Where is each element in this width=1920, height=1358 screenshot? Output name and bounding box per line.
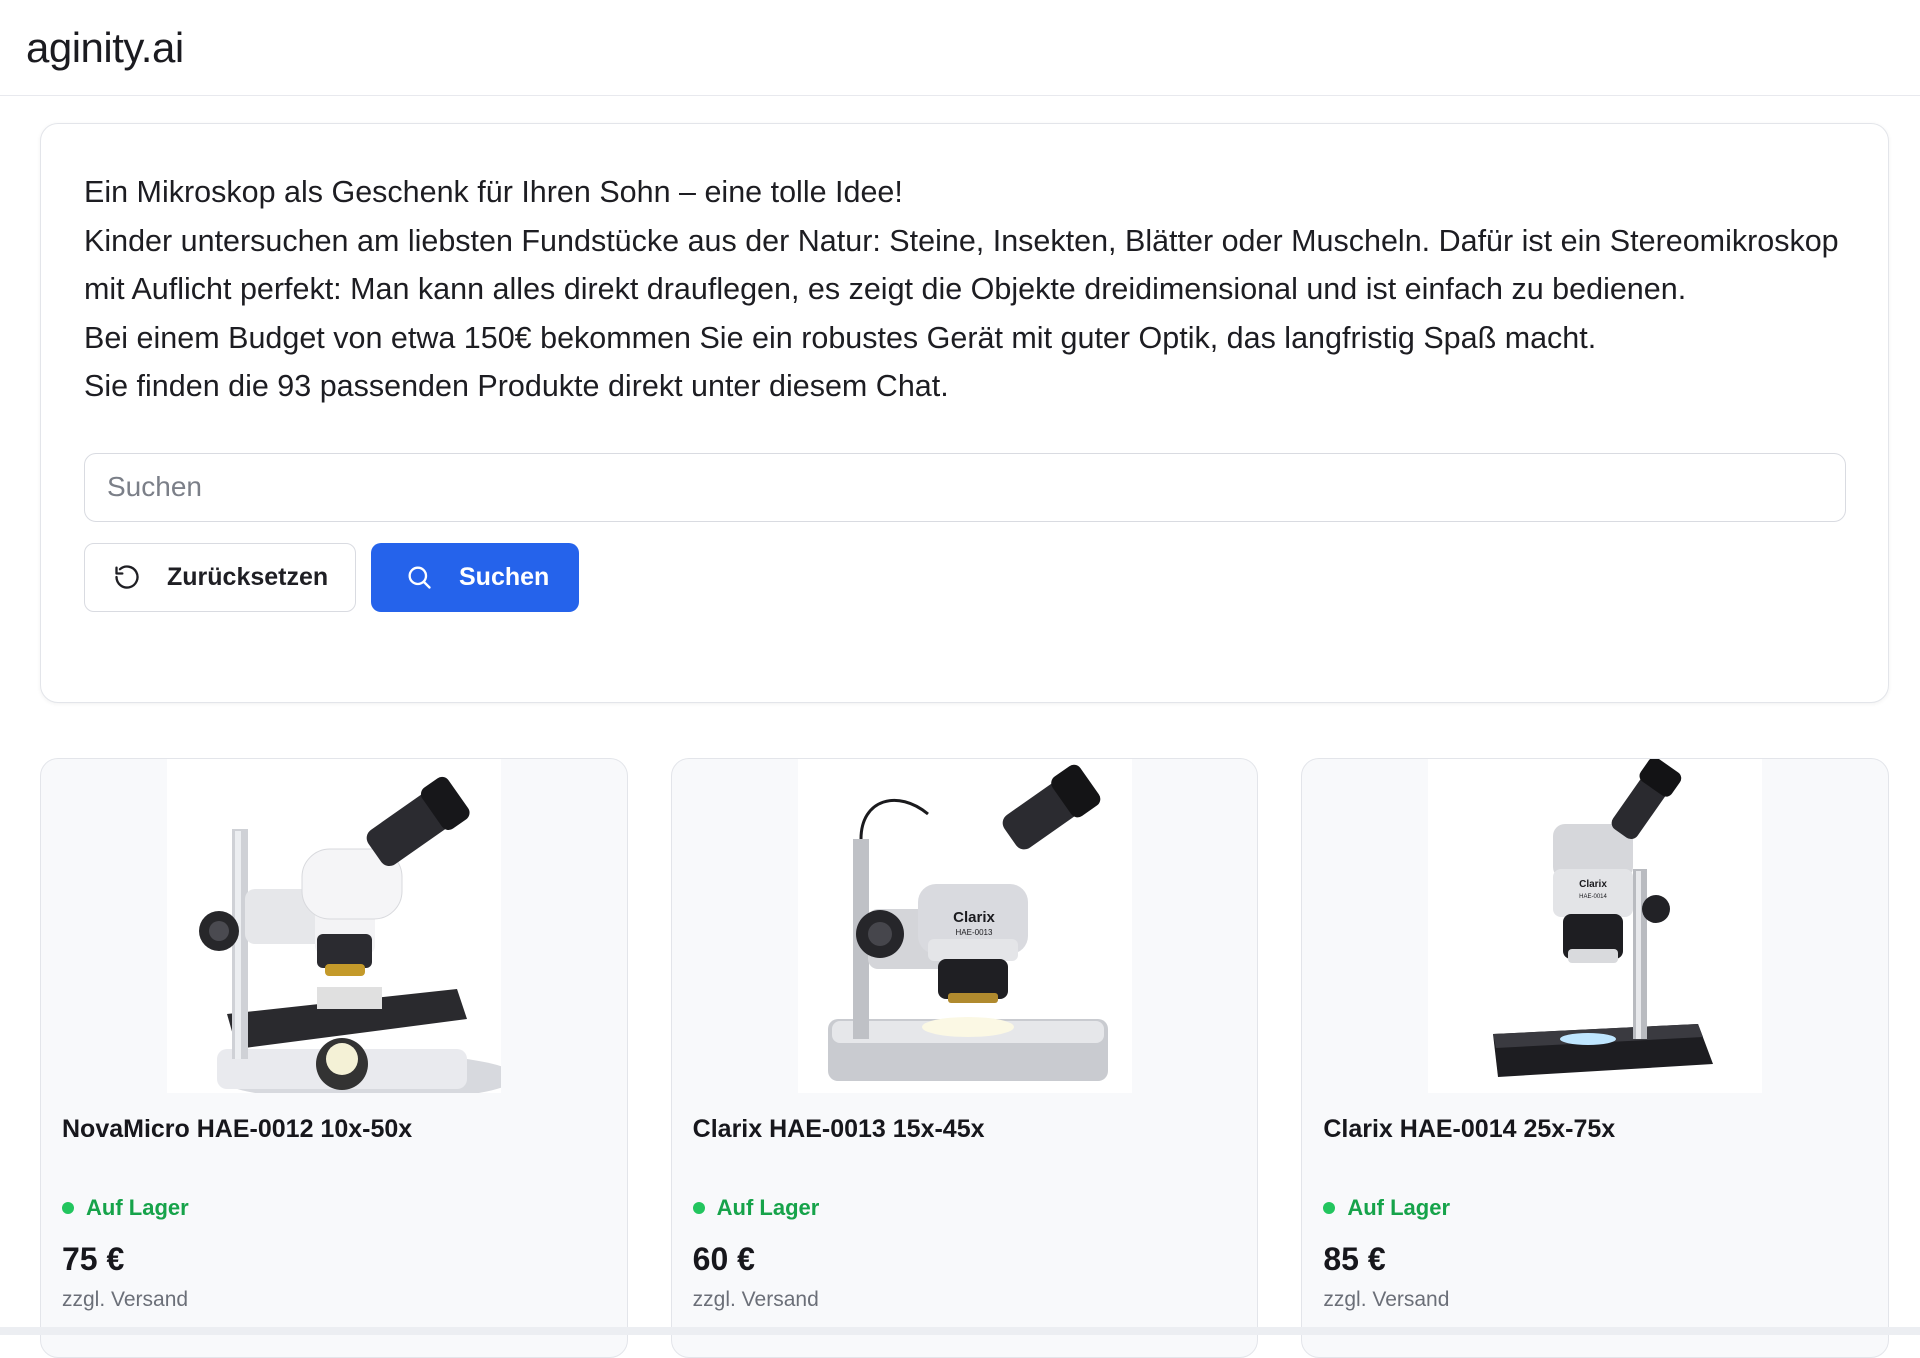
message-line: Sie finden die 93 passenden Produkte dir… xyxy=(84,369,949,404)
shipping-note: zzgl. Versand xyxy=(1323,1288,1450,1311)
status-dot-icon xyxy=(62,1202,74,1214)
status-dot-icon xyxy=(692,1202,705,1214)
stock-label: Auf Lager xyxy=(716,1195,820,1220)
reset-label: Zurücksetzen xyxy=(167,562,329,591)
shipping-note: zzgl. Versand xyxy=(62,1288,189,1311)
product-image[interactable]: Clarix HAE-0014 xyxy=(1428,759,1763,1093)
microscope-image: Clarix HAE-0013 xyxy=(827,764,1108,1081)
product-price: 85 € xyxy=(1323,1241,1386,1277)
logo[interactable]: aginity.ai xyxy=(26,24,184,72)
stock-label: Auf Lager xyxy=(1347,1195,1451,1220)
product-price: 75 € xyxy=(62,1241,125,1277)
product-card[interactable]: Clarix HAE-0013 Clarix HAE-0013 15x-45x … xyxy=(670,758,1259,1358)
stock-status: Auf Lager xyxy=(1323,1195,1867,1221)
product-image[interactable] xyxy=(166,759,501,1093)
action-row: Zurücksetzen Suchen xyxy=(84,542,1845,612)
microscope-image xyxy=(198,776,501,1093)
product-title[interactable]: NovaMicro HAE-0012 10x-50x xyxy=(62,1115,606,1175)
microscope-model-label: HAE-0013 xyxy=(955,928,992,937)
search-input[interactable] xyxy=(84,452,1846,522)
message-line: Ein Mikroskop als Geschenk für Ihren Soh… xyxy=(84,175,903,209)
product-price: 60 € xyxy=(692,1241,755,1277)
status-dot-icon xyxy=(1323,1202,1336,1214)
product-card[interactable]: Clarix HAE-0014 Clarix HAE-0014 25x-75x … xyxy=(1301,758,1890,1358)
microscope-model-label: HAE-0014 xyxy=(1579,894,1607,900)
product-image[interactable]: Clarix HAE-0013 xyxy=(797,759,1132,1093)
microscope-brand-label: Clarix xyxy=(953,909,995,926)
stock-status: Auf Lager xyxy=(62,1195,606,1221)
search-label: Suchen xyxy=(459,562,550,591)
assistant-message: Ein Mikroskop als Geschenk für Ihren Soh… xyxy=(84,168,1845,411)
microscope-image: Clarix HAE-0014 xyxy=(1493,759,1714,1077)
message-line: Bei einem Budget von etwa 150€ bekommen … xyxy=(84,320,1597,355)
reset-icon xyxy=(112,562,142,592)
stock-label: Auf Lager xyxy=(86,1195,189,1220)
top-bar: aginity.ai xyxy=(0,0,1920,96)
stock-status: Auf Lager xyxy=(692,1195,1237,1221)
product-title[interactable]: Clarix HAE-0014 25x-75x xyxy=(1323,1115,1867,1175)
shipping-note: zzgl. Versand xyxy=(692,1288,819,1311)
microscope-brand-label: Clarix xyxy=(1579,879,1607,890)
page-bottom-divider xyxy=(0,1327,1920,1335)
product-card[interactable]: NovaMicro HAE-0012 10x-50x Auf Lager 75 … xyxy=(40,758,628,1358)
search-icon xyxy=(404,562,434,592)
chat-panel: Ein Mikroskop als Geschenk für Ihren Soh… xyxy=(40,123,1889,703)
reset-button[interactable]: Zurücksetzen xyxy=(84,542,356,612)
message-line: Kinder untersuchen am liebsten Fundstück… xyxy=(84,223,1839,307)
product-title[interactable]: Clarix HAE-0013 15x-45x xyxy=(693,1115,1237,1175)
search-button[interactable]: Suchen xyxy=(371,542,579,612)
product-grid: NovaMicro HAE-0012 10x-50x Auf Lager 75 … xyxy=(40,758,1890,1358)
